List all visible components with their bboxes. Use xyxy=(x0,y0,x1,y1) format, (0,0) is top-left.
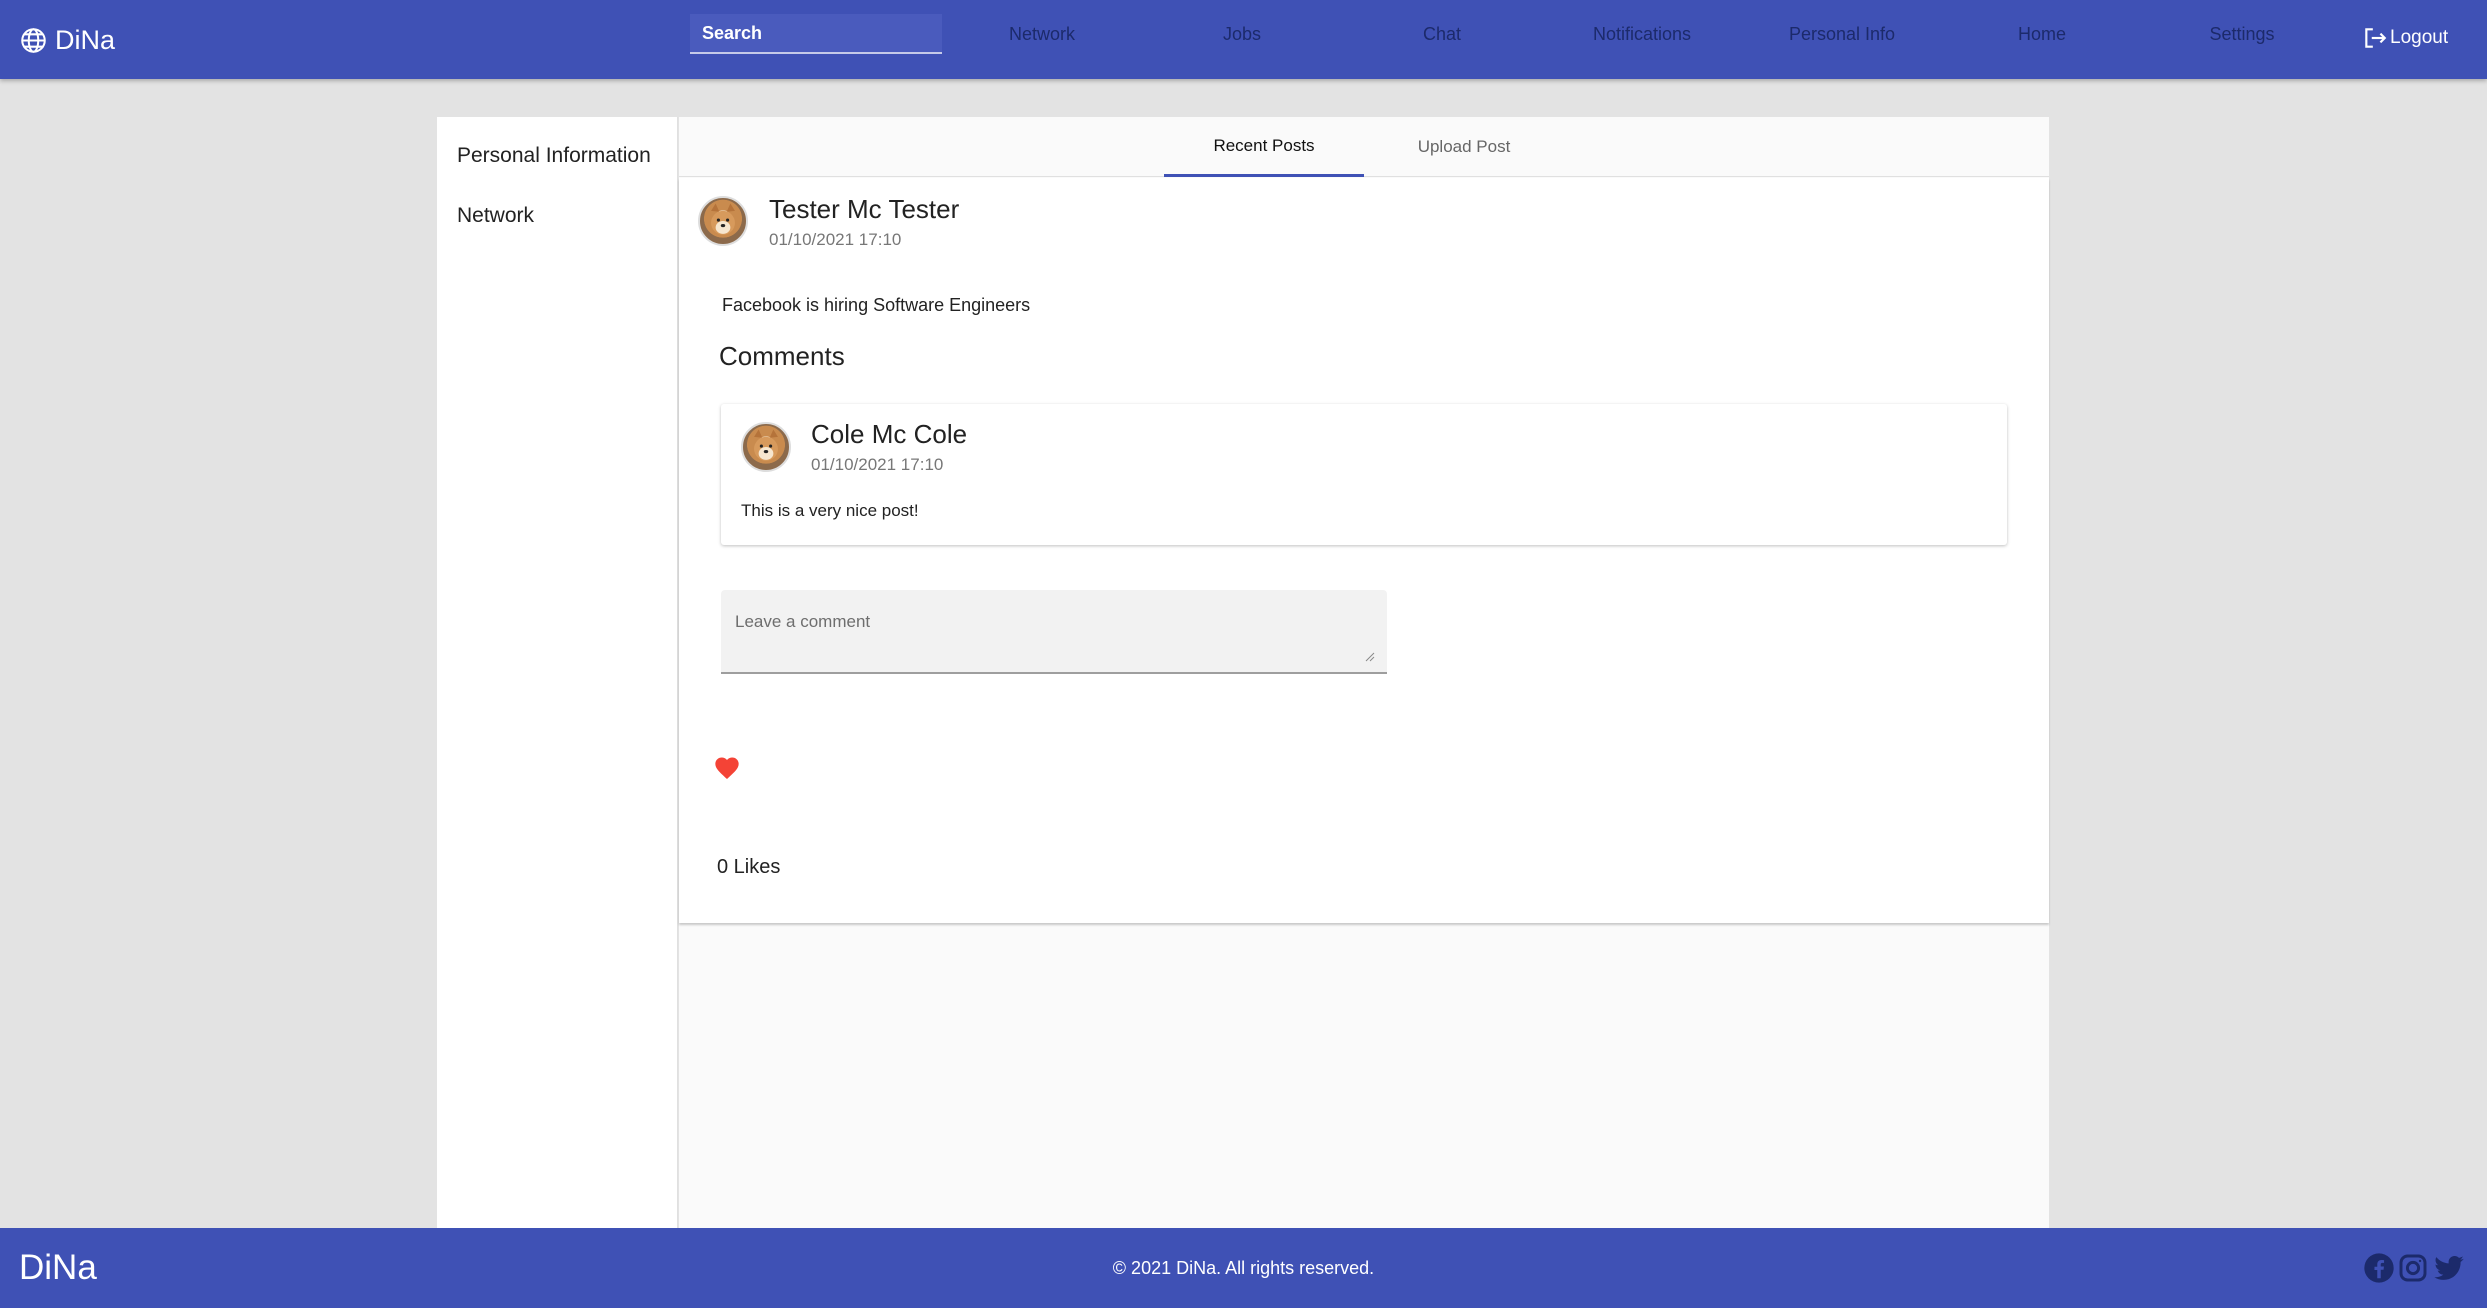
main-content: Recent Posts Upload Post Tester Mc Teste… xyxy=(679,117,2049,1228)
post-timestamp: 01/10/2021 17:10 xyxy=(769,230,902,249)
logout-icon xyxy=(2365,28,2387,48)
tab-recent-posts[interactable]: Recent Posts xyxy=(1164,117,1364,177)
likes-count: 0 Likes xyxy=(717,856,781,878)
comment-timestamp: 01/10/2021 17:10 xyxy=(811,455,944,474)
footer: DiNa © 2021 DiNa. All rights reserved. xyxy=(0,1228,2487,1308)
dog-avatar-icon xyxy=(711,203,735,235)
nav-home[interactable]: Home xyxy=(1962,24,2122,45)
instagram-icon[interactable] xyxy=(2397,1252,2429,1284)
logout-label: Logout xyxy=(2390,27,2449,48)
nav-network[interactable]: Network xyxy=(962,24,1122,45)
tab-bar: Recent Posts Upload Post xyxy=(679,117,2049,177)
avatar xyxy=(741,422,791,472)
globe-icon xyxy=(21,27,46,53)
tab-upload-post[interactable]: Upload Post xyxy=(1364,117,1564,177)
search-box[interactable] xyxy=(690,14,942,54)
post-text: Facebook is hiring Software Engineers xyxy=(722,295,1031,315)
avatar xyxy=(698,196,748,246)
sidebar: Personal Information Network xyxy=(437,117,678,1228)
nav-settings[interactable]: Settings xyxy=(2162,24,2322,45)
comment-text: This is a very nice post! xyxy=(741,501,919,520)
nav-chat[interactable]: Chat xyxy=(1362,24,1522,45)
comment-author[interactable]: Cole Mc Cole xyxy=(811,419,967,450)
brand-name: DiNa xyxy=(55,24,116,55)
twitter-icon[interactable] xyxy=(2433,1252,2465,1284)
copyright-text: © 2021 DiNa. All rights reserved. xyxy=(1112,1258,1375,1278)
search-input[interactable] xyxy=(702,22,942,44)
dog-avatar-icon xyxy=(754,429,778,461)
comment-card: Cole Mc Cole 01/10/2021 17:10 This is a … xyxy=(721,404,2007,545)
brand[interactable]: DiNa xyxy=(20,20,115,60)
comment-field[interactable] xyxy=(721,590,1387,674)
post-author[interactable]: Tester Mc Tester xyxy=(769,194,959,225)
nav-notifications[interactable]: Notifications xyxy=(1562,24,1722,45)
resize-grip-icon[interactable] xyxy=(1365,652,1375,662)
nav-jobs[interactable]: Jobs xyxy=(1162,24,1322,45)
sidebar-item-network[interactable]: Network xyxy=(457,204,534,228)
comment-input[interactable] xyxy=(721,590,1387,672)
comments-heading: Comments xyxy=(719,341,845,371)
post-card: Tester Mc Tester 01/10/2021 17:10 Facebo… xyxy=(679,178,2049,923)
facebook-icon[interactable] xyxy=(2363,1252,2395,1284)
nav-personal-info[interactable]: Personal Info xyxy=(1762,24,1922,45)
heart-icon[interactable] xyxy=(713,754,741,782)
sidebar-item-personal-information[interactable]: Personal Information xyxy=(457,144,651,168)
top-app-bar: DiNa Network Jobs Chat Notifications Per… xyxy=(0,0,2487,79)
logout-button[interactable]: Logout xyxy=(2362,25,2448,51)
